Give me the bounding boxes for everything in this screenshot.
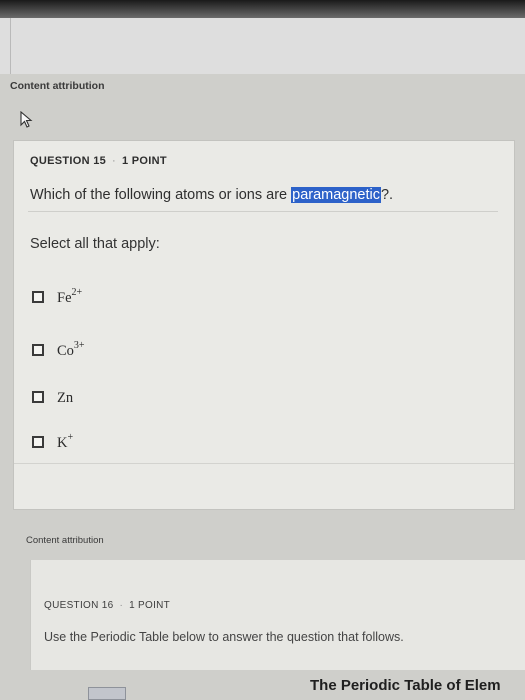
question-15-text: Which of the following atoms or ions are…: [30, 187, 393, 203]
content-attribution-link[interactable]: Content attribution: [10, 80, 104, 92]
periodic-table-title: The Periodic Table of Elem: [310, 677, 501, 694]
checkbox-empty-icon[interactable]: [32, 291, 44, 303]
browser-top-strip: [0, 0, 525, 18]
header-separator: ·: [112, 155, 117, 167]
question-text-start: Which of the following atoms or ions are: [30, 187, 292, 203]
question-number: QUESTION 15: [30, 155, 107, 167]
card-divider: [14, 463, 514, 464]
checkbox-empty-icon[interactable]: [32, 344, 44, 356]
highlighted-word: paramagnetic: [291, 187, 381, 203]
question-16-text: Use the Periodic Table below to answer t…: [44, 630, 404, 644]
question-16-card: QUESTION 16 · 1 POINT Use the Periodic Tab…: [30, 560, 525, 670]
checkbox-empty-icon[interactable]: [32, 436, 44, 448]
option-zn[interactable]: Zn: [32, 387, 73, 407]
option-label: Fe2+: [57, 287, 83, 306]
instruction-text: Select all that apply:: [30, 236, 160, 252]
header-separator: ·: [119, 600, 124, 611]
option-label: Zn: [57, 390, 74, 406]
question-15-header: QUESTION 15 · 1 POINT: [30, 155, 167, 167]
option-k[interactable]: K+: [32, 432, 73, 452]
mouse-pointer-icon: [20, 110, 34, 134]
checkbox-empty-icon[interactable]: [32, 391, 44, 403]
question-divider: [28, 211, 498, 212]
option-fe2[interactable]: Fe2+: [32, 287, 82, 307]
question-points: 1 POINT: [122, 155, 167, 167]
top-panel: [0, 18, 525, 74]
panel-divider: [10, 18, 11, 74]
image-placeholder-box: [88, 687, 126, 700]
question-15-card: QUESTION 15 · 1 POINT Which of the followi…: [13, 140, 515, 510]
content-attribution-link-2[interactable]: Content attribution: [26, 535, 104, 546]
question-points: 1 POINT: [129, 600, 171, 611]
option-label: Co3+: [57, 340, 85, 359]
question-text-end: ?.: [380, 187, 394, 203]
question-16-header: QUESTION 16 · 1 POINT: [44, 600, 170, 611]
option-label: K+: [57, 432, 74, 451]
option-co3[interactable]: Co3+: [32, 340, 85, 360]
question-number: QUESTION 16: [44, 600, 114, 611]
